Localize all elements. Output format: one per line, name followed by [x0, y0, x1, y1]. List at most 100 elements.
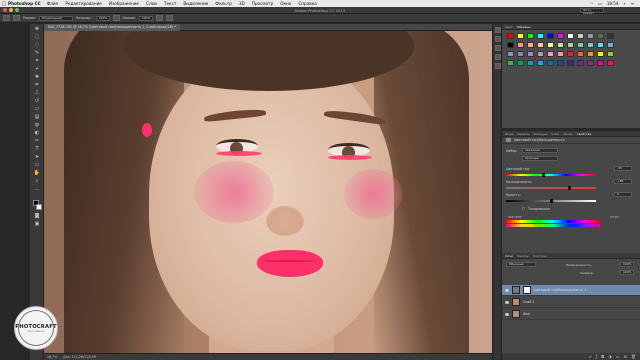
color-swatch[interactable] [607, 51, 614, 57]
color-swatch[interactable] [527, 42, 534, 48]
background-color[interactable] [36, 204, 42, 210]
lasso-tool-icon[interactable]: ◌ [32, 41, 42, 48]
hue-field[interactable]: -35 [614, 166, 632, 171]
stamp-tool-icon[interactable]: ⎍ [32, 89, 42, 96]
color-swatch[interactable] [547, 51, 554, 57]
layer-row-background[interactable]: Фон [502, 309, 640, 320]
layer-fill-field[interactable]: 100% [620, 270, 634, 275]
layer-row-layer-1[interactable]: Слой 1 [502, 297, 640, 308]
color-swatch[interactable] [547, 60, 554, 66]
move-tool-icon[interactable]: ✥ [32, 25, 42, 32]
menu-layer[interactable]: Слои [146, 1, 157, 6]
menu-edit[interactable]: Редактирование [65, 1, 102, 6]
color-swatch[interactable] [517, 42, 524, 48]
color-swatch[interactable] [517, 33, 524, 39]
color-swatch[interactable] [537, 33, 544, 39]
color-swatch[interactable] [517, 51, 524, 57]
color-swatch[interactable] [607, 60, 614, 66]
colorize-checkbox[interactable]: ☐ [522, 207, 525, 211]
menu-window[interactable]: Окно [280, 1, 291, 6]
pen-tool-icon[interactable]: ✑ [32, 137, 42, 144]
clone-source-icon[interactable] [495, 54, 501, 60]
color-swatch[interactable] [507, 60, 514, 66]
app-menu[interactable]: Photoshop CC [8, 1, 41, 6]
color-swatch[interactable] [547, 33, 554, 39]
document-canvas[interactable] [44, 31, 492, 353]
color-swatch[interactable] [577, 51, 584, 57]
color-swatch[interactable] [567, 33, 574, 39]
color-swatch[interactable] [577, 60, 584, 66]
lightness-field[interactable]: 0 [614, 192, 632, 197]
color-swatch[interactable] [597, 51, 604, 57]
quick-mask-icon[interactable]: ◙ [32, 212, 42, 219]
brush-tool-icon[interactable]: ✒ [32, 81, 42, 88]
input-hue-bar[interactable] [506, 220, 600, 223]
color-swatch[interactable] [507, 42, 514, 48]
flow-field[interactable]: 100% [138, 15, 153, 21]
tab-layers-top[interactable]: Слои [551, 132, 559, 136]
layer-mask-thumb[interactable] [523, 286, 531, 294]
color-swatch[interactable] [597, 42, 604, 48]
color-swatch[interactable] [547, 42, 554, 48]
eyedropper-tool-icon[interactable]: ⌿ [32, 65, 42, 72]
eraser-tool-icon[interactable]: ▱ [32, 105, 42, 112]
saturation-slider-knob[interactable] [568, 186, 571, 190]
tab-properties[interactable]: Свойства [577, 132, 592, 136]
screen-mode-icon[interactable]: ▣ [32, 220, 42, 227]
blur-tool-icon[interactable]: ◍ [32, 121, 42, 128]
hue-slider-knob[interactable] [542, 173, 545, 177]
color-swatch[interactable] [557, 51, 564, 57]
tab-paragraph[interactable]: Абзац [563, 132, 572, 136]
new-group-icon[interactable]: ▭ [616, 354, 620, 359]
type-tool-icon[interactable]: T [32, 145, 42, 152]
color-swatch[interactable] [527, 33, 534, 39]
menu-image[interactable]: Изображение [109, 1, 139, 6]
pressure-size-icon[interactable] [165, 15, 173, 21]
menu-view[interactable]: Просмотр [252, 1, 274, 6]
tab-swatches[interactable]: Образцы [517, 25, 531, 29]
color-swatch[interactable] [567, 51, 574, 57]
menu-3d[interactable]: 3D [239, 1, 245, 6]
layer-row-hue-saturation[interactable]: Цветовой тон/Насыщенность 1 [502, 285, 640, 296]
apple-icon[interactable]:  [0, 1, 8, 7]
hand-tool-icon[interactable]: ✋ [32, 169, 42, 176]
marquee-tool-icon[interactable]: ⬚ [32, 33, 42, 40]
new-layer-icon[interactable]: ⊞ [624, 354, 627, 359]
lightness-slider[interactable] [506, 199, 596, 203]
healing-tool-icon[interactable]: ✚ [32, 73, 42, 80]
color-swatch[interactable] [587, 51, 594, 57]
saturation-slider[interactable] [506, 186, 596, 190]
history-brush-icon[interactable]: ↺ [32, 97, 42, 104]
zoom-tool-icon[interactable]: ⌕ [32, 177, 42, 184]
tab-layers[interactable]: Слои [505, 254, 513, 258]
hue-slider[interactable] [506, 173, 596, 177]
color-swatch[interactable] [507, 33, 514, 39]
character-panel-icon[interactable] [495, 63, 501, 69]
color-swatch[interactable] [527, 60, 534, 66]
channel-select[interactable]: Красные [522, 156, 558, 161]
menu-select[interactable]: Выделение [183, 1, 208, 6]
color-swatch[interactable] [557, 60, 564, 66]
color-swatch[interactable] [567, 60, 574, 66]
color-swatch[interactable] [557, 33, 564, 39]
saturation-field[interactable]: +38 [614, 179, 632, 184]
visibility-eye-icon[interactable] [505, 288, 509, 292]
color-swatch[interactable] [607, 42, 614, 48]
color-swatch[interactable] [507, 51, 514, 57]
quick-select-tool-icon[interactable]: ✎ [32, 49, 42, 56]
color-swatch[interactable] [577, 33, 584, 39]
color-swatch[interactable] [577, 42, 584, 48]
clock[interactable]: 18:54 [607, 1, 619, 6]
visibility-eye-icon[interactable] [505, 312, 509, 316]
visibility-eye-icon[interactable] [505, 300, 509, 304]
airbrush-icon[interactable] [155, 15, 163, 21]
menu-file[interactable]: Файл [47, 1, 59, 6]
brush-panel-icon[interactable] [495, 45, 501, 51]
opacity-field[interactable]: 100% [95, 15, 110, 21]
color-swatch[interactable] [567, 42, 574, 48]
color-swatch[interactable] [597, 60, 604, 66]
preset-select[interactable]: Заказная [522, 148, 558, 153]
new-adjustment-icon[interactable]: ◑ [608, 354, 612, 359]
color-swatch[interactable] [527, 51, 534, 57]
crop-tool-icon[interactable]: ⌗ [32, 57, 42, 64]
